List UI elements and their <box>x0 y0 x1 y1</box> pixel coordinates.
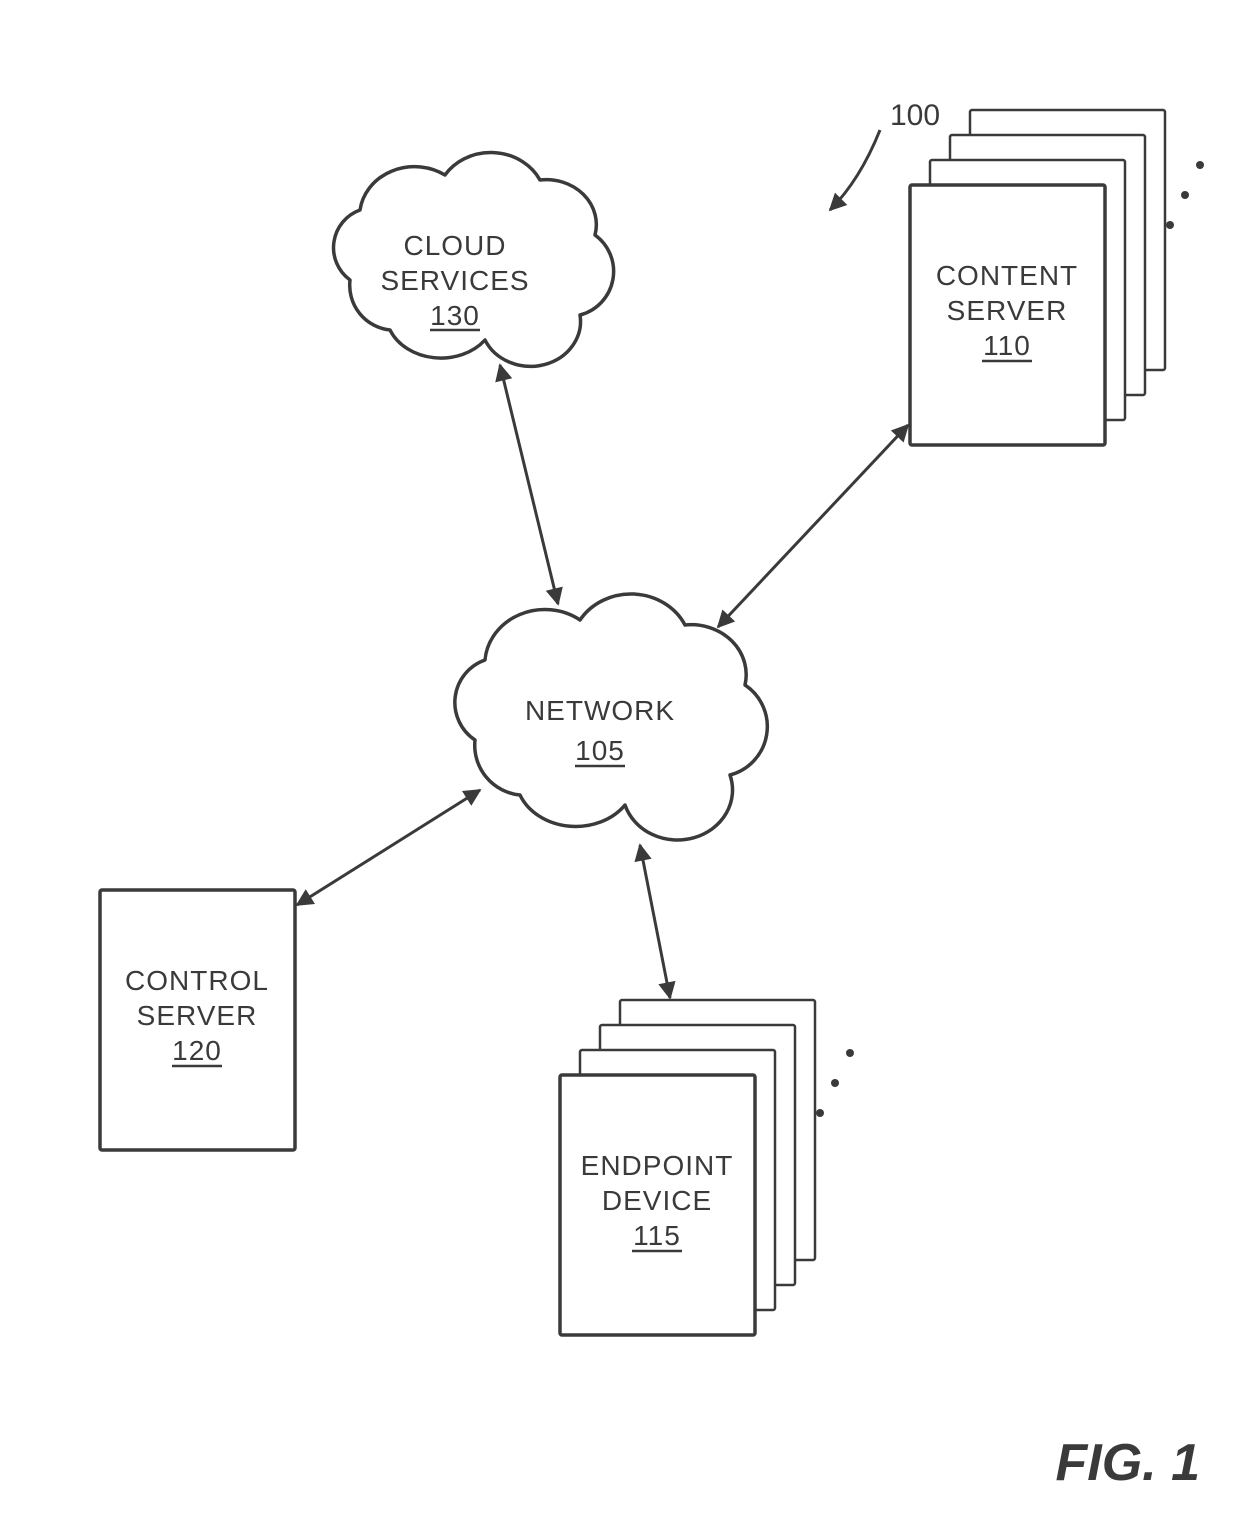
content-server-num: 110 <box>983 330 1031 361</box>
cloud-services-num: 130 <box>430 300 480 331</box>
control-server-num: 120 <box>172 1035 222 1066</box>
diagram-canvas: 100 CLOUD SERVICES 130 NETWORK 105 CONTR… <box>0 0 1240 1529</box>
network-num: 105 <box>575 735 625 766</box>
cloud-services-label-1: CLOUD <box>403 230 506 261</box>
endpoint-device-label-1: ENDPOINT <box>581 1150 734 1181</box>
callout-label: 100 <box>890 99 940 132</box>
endpoint-device-label-2: DEVICE <box>602 1185 712 1216</box>
content-server-stack: CONTENT SERVER 110 <box>910 110 1204 445</box>
network-label: NETWORK <box>525 695 675 726</box>
network-node: NETWORK 105 <box>455 594 767 840</box>
content-server-label-1: CONTENT <box>936 260 1078 291</box>
control-server-label-1: CONTROL <box>125 965 269 996</box>
cloud-services-node: CLOUD SERVICES 130 <box>334 153 614 367</box>
endpoint-device-stack: ENDPOINT DEVICE 115 <box>560 1000 854 1335</box>
endpoint-device-num: 115 <box>633 1220 681 1251</box>
control-server-node: CONTROL SERVER 120 <box>100 890 295 1150</box>
cloud-services-label-2: SERVICES <box>380 265 529 296</box>
control-server-label-2: SERVER <box>137 1000 258 1031</box>
figure-label: FIG. 1 <box>1056 1434 1200 1492</box>
content-server-label-2: SERVER <box>947 295 1068 326</box>
